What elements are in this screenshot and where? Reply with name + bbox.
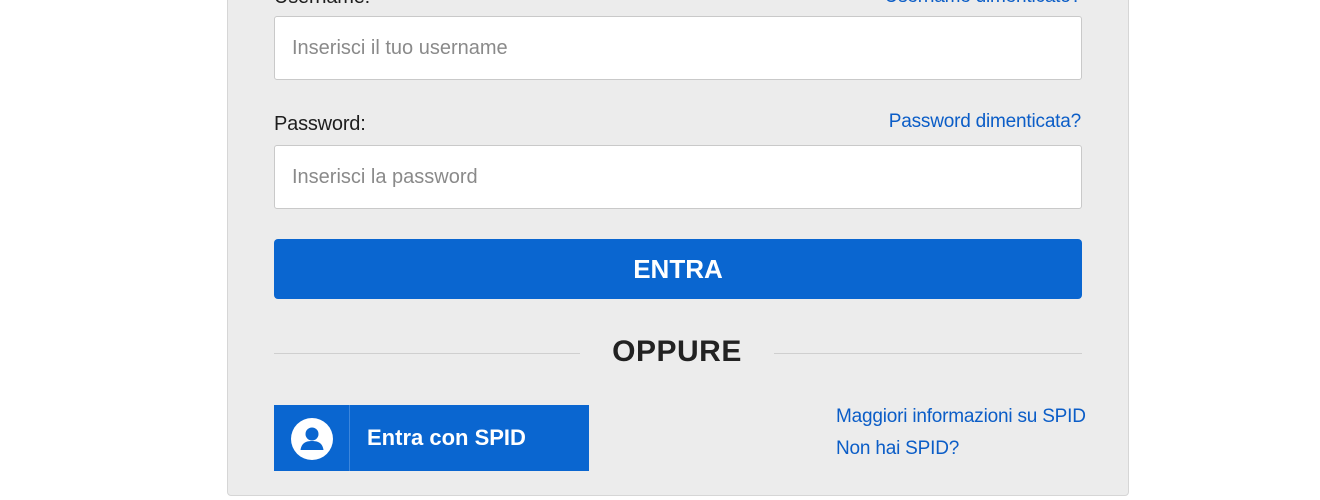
password-label: Password: <box>274 113 366 135</box>
spid-icon-container <box>274 405 350 471</box>
divider-line-right <box>774 353 1082 354</box>
no-spid-link[interactable]: Non hai SPID? <box>836 438 959 460</box>
user-icon <box>291 418 333 460</box>
password-input[interactable] <box>274 145 1082 209</box>
password-forgot-link[interactable]: Password dimenticata? <box>889 111 1081 133</box>
username-forgot-link[interactable]: Username dimenticato? <box>885 0 1082 8</box>
entra-button[interactable]: ENTRA <box>274 239 1082 299</box>
divider-line-left <box>274 353 580 354</box>
spid-button-label: Entra con SPID <box>367 425 526 450</box>
username-label: Username: <box>274 0 370 9</box>
divider-text: OPPURE <box>612 335 742 368</box>
spid-more-info-link[interactable]: Maggiori informazioni su SPID <box>836 406 1086 428</box>
spid-login-button[interactable]: Entra con SPID <box>274 405 589 471</box>
username-input[interactable] <box>274 16 1082 80</box>
